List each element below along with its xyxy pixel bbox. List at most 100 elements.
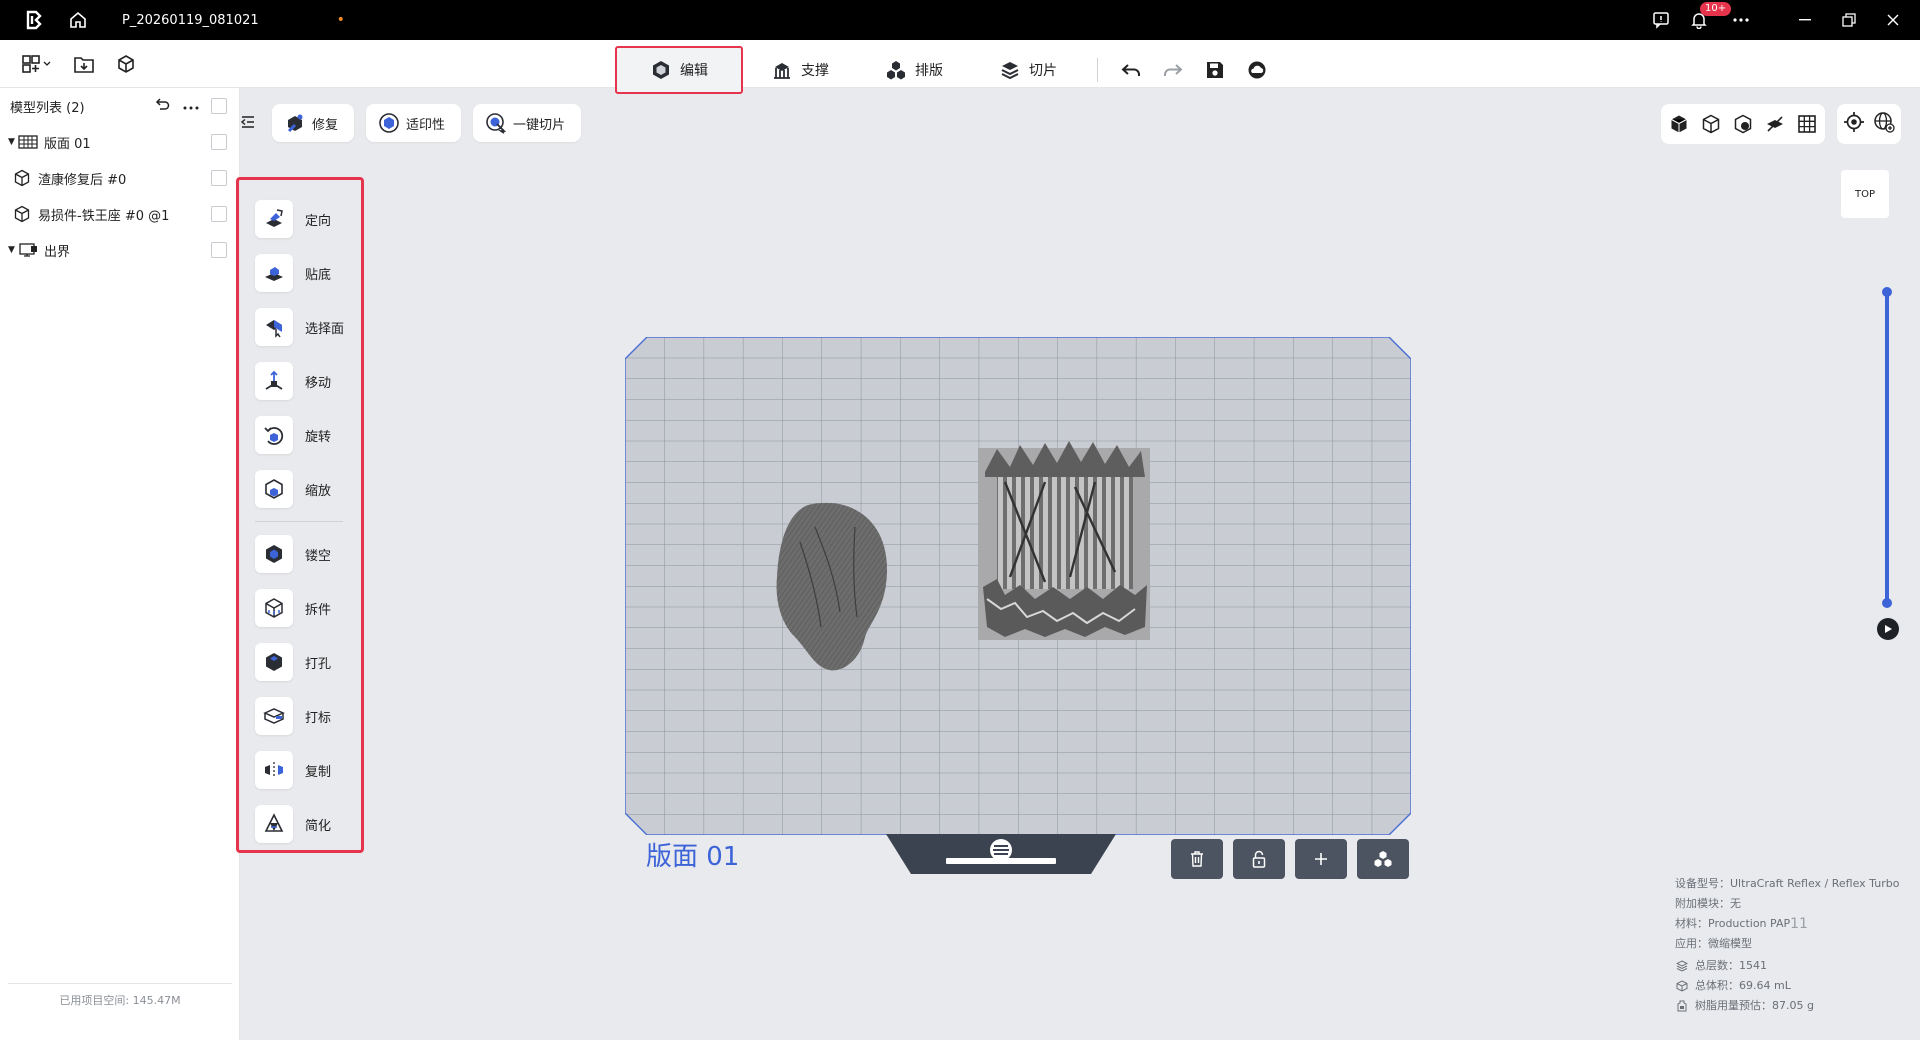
wireframe-view-icon[interactable] — [1699, 112, 1723, 136]
tab-slice[interactable]: 切片 — [971, 46, 1085, 94]
tab-label: 排版 — [915, 63, 943, 79]
tool-label-stamp[interactable]: 打标 — [239, 689, 361, 743]
tool-move[interactable]: 移动 — [239, 354, 361, 408]
restore-icon[interactable] — [1830, 0, 1868, 40]
tool-label: 贴底 — [305, 267, 332, 283]
model-library-icon[interactable] — [114, 52, 138, 76]
application-text: 应用：微缩模型 — [1675, 937, 1752, 950]
app-menu-grid-icon[interactable] — [18, 52, 54, 76]
tool-rotate[interactable]: 旋转 — [239, 408, 361, 462]
notification-bell-icon[interactable]: 10+ — [1680, 0, 1732, 40]
hide-model-icon[interactable] — [1763, 112, 1787, 136]
undo-button[interactable] — [1110, 50, 1152, 90]
tree-item-model[interactable]: 渣康修复后 #0 — [0, 160, 239, 196]
save-button[interactable] — [1194, 50, 1236, 90]
tab-edit[interactable]: 编辑 — [615, 46, 743, 94]
lock-plate-button[interactable] — [1233, 839, 1285, 879]
tree-item-checkbox[interactable] — [211, 170, 227, 186]
tree-item-checkbox[interactable] — [211, 206, 227, 222]
solid-view-icon[interactable] — [1667, 112, 1691, 136]
tool-label: 定向 — [305, 213, 332, 229]
tool-lay-flat[interactable]: 贴底 — [239, 246, 361, 300]
add-plate-button[interactable] — [1295, 839, 1347, 879]
cloud-upload-button[interactable] — [1236, 50, 1278, 90]
resin-text: 树脂用量预估：87.05 g — [1695, 999, 1814, 1012]
feedback-icon[interactable] — [1642, 0, 1680, 40]
one-click-slice-button[interactable]: 一键切片 — [473, 104, 582, 142]
top-view-label: TOP — [1854, 188, 1875, 200]
tool-hollow[interactable]: 镂空 — [239, 527, 361, 581]
layer-slider[interactable] — [1882, 287, 1892, 608]
tab-label: 编辑 — [680, 63, 708, 79]
project-name[interactable]: P_20260119_081021 — [122, 13, 259, 28]
more-menu-icon[interactable] — [1722, 0, 1760, 40]
layers-text: 总层数：1541 — [1695, 959, 1767, 972]
refresh-icon[interactable] — [155, 97, 171, 115]
minimize-icon[interactable] — [1786, 0, 1824, 40]
layout-icon — [887, 61, 905, 80]
delete-plate-button[interactable] — [1171, 839, 1223, 879]
locate-center-icon[interactable] — [1843, 111, 1865, 137]
storage-usage: 已用项目空间: 145.47M — [8, 983, 232, 1008]
top-view-cube[interactable]: TOP — [1841, 170, 1889, 218]
repair-button[interactable]: 修复 — [272, 104, 355, 142]
app-logo-icon[interactable] — [16, 0, 52, 40]
unlock-icon — [1252, 850, 1266, 868]
import-file-icon[interactable] — [72, 52, 96, 76]
move-icon — [255, 362, 293, 400]
main-toolbar: 编辑 支撑 排版 切片 — [0, 40, 1920, 94]
tree-item-checkbox[interactable] — [211, 134, 227, 150]
multi-cube-icon — [1374, 851, 1392, 867]
tree-item-checkbox[interactable] — [211, 242, 227, 258]
printability-label: 适印性 — [406, 117, 446, 133]
tool-label: 打孔 — [305, 656, 332, 672]
material-suffix: 11 — [1790, 916, 1808, 932]
tool-label: 旋转 — [305, 429, 332, 445]
expand-arrow-icon[interactable]: ▼ — [8, 245, 18, 255]
tree-item-plate[interactable]: ▼ 版面 01 — [0, 124, 239, 160]
globe-view-icon[interactable] — [1873, 111, 1895, 137]
printability-icon — [379, 113, 399, 133]
toolbar-divider — [1097, 58, 1098, 82]
repair-label: 修复 — [312, 117, 339, 133]
home-icon[interactable] — [60, 0, 96, 40]
build-plate-viewport[interactable] — [625, 337, 1411, 835]
resin-bottle-icon — [1675, 999, 1689, 1013]
tool-scale[interactable]: 缩放 — [239, 462, 361, 516]
printability-button[interactable]: 适印性 — [366, 104, 462, 142]
more-options-icon[interactable] — [183, 99, 199, 114]
expand-arrow-icon[interactable]: ▼ — [8, 137, 18, 147]
tool-simplify[interactable]: 简化 — [239, 797, 361, 851]
model-list-panel: 模型列表 (2) ▼ 版面 01 渣康修复后 #0 易损件-铁王座 #0 @1 — [0, 88, 240, 1040]
volume-cube-icon — [1675, 979, 1689, 993]
tab-layout[interactable]: 排版 — [857, 46, 971, 94]
tool-split[interactable]: 拆件 — [239, 581, 361, 635]
tab-support[interactable]: 支撑 — [743, 46, 857, 94]
layer-play-button[interactable] — [1877, 618, 1899, 640]
xray-view-icon[interactable] — [1731, 112, 1755, 136]
tool-drill-hole[interactable]: 打孔 — [239, 635, 361, 689]
tool-label: 移动 — [305, 375, 332, 391]
tree-item-out-of-bounds[interactable]: ▼ 出界 — [0, 232, 239, 268]
layer-slider-bottom-handle[interactable] — [1882, 598, 1892, 608]
edit-tools-panel: 定向 贴底 选择面 移动 旋转 缩放 镂空 拆件 打孔 打标 复制 简化 — [236, 177, 364, 853]
select-face-icon — [255, 308, 293, 346]
volume-row: 总体积：69.64 mL — [1675, 976, 1899, 996]
tab-label: 切片 — [1029, 63, 1057, 79]
model-throne[interactable] — [978, 441, 1150, 640]
close-icon[interactable] — [1874, 0, 1912, 40]
grid-view-icon[interactable] — [1795, 112, 1819, 136]
resin-row: 树脂用量预估：87.05 g — [1675, 996, 1899, 1016]
tree-item-label: 易损件-铁王座 #0 @1 — [38, 208, 170, 224]
layer-slider-top-handle[interactable] — [1882, 287, 1892, 297]
select-all-checkbox[interactable] — [211, 98, 227, 114]
tool-duplicate[interactable]: 复制 — [239, 743, 361, 797]
auto-layout-button[interactable] — [1357, 839, 1409, 879]
tool-orient[interactable]: 定向 — [239, 192, 361, 246]
tree-item-model[interactable]: 易损件-铁王座 #0 @1 — [0, 196, 239, 232]
redo-button[interactable] — [1152, 50, 1194, 90]
tool-select-face[interactable]: 选择面 — [239, 300, 361, 354]
collapse-panel-icon[interactable] — [240, 110, 256, 134]
tool-label: 缩放 — [305, 483, 332, 499]
redo-icon — [1164, 64, 1183, 76]
